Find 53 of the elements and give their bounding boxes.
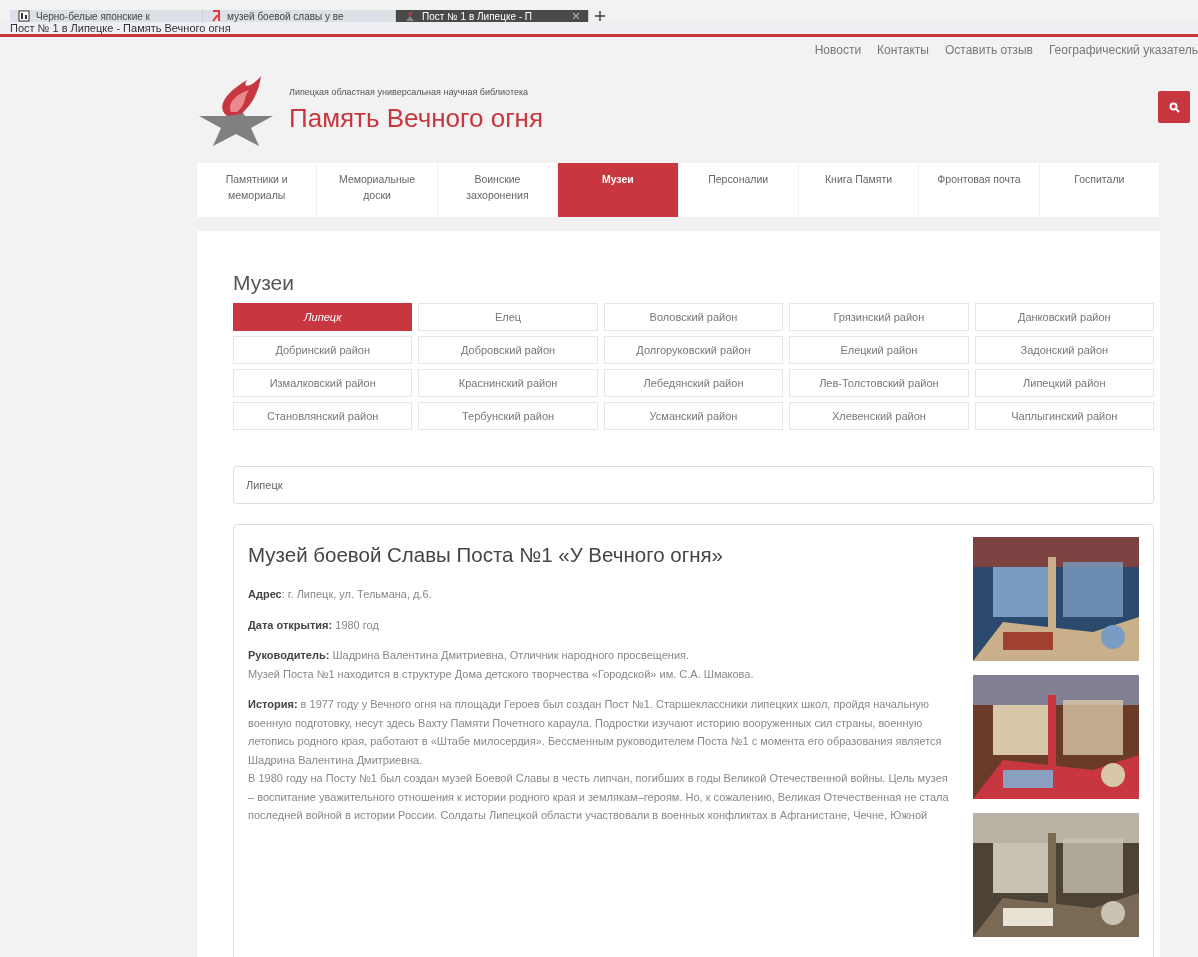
region-tab[interactable]: Измалковский район	[233, 369, 413, 397]
info-text: В 1980 году на Посту №1 был создан музей Боевой Славы в честь липчан, погибших в годы Великой Отечественной войны. Цель музея – воспитание уважительного отношения к истории родного края и землякам–героям. Но, к сожалению, Великая Отечественная не стала последней войной в истории России. Солдаты Липецкой области участвовали в военных конфликтах в Афганистане, Чечне, Южной	[248, 771, 950, 824]
region-tab[interactable]: Чаплыгинский район	[974, 402, 1154, 430]
top-link[interactable]: Географический указатель	[1048, 43, 1198, 57]
museum-title: Музей боевой Славы Поста №1 «У Вечного огня»	[248, 543, 724, 568]
page-icon	[18, 10, 30, 22]
region-tab[interactable]: Усманский район	[603, 402, 784, 430]
region-tab[interactable]: Липецк	[233, 303, 413, 331]
region-tab[interactable]: Лебедянский район	[603, 369, 784, 397]
region-tab[interactable]: Становлянский район	[233, 402, 413, 430]
info-text: Дата открытия: 1980 год	[248, 617, 380, 633]
region-tab[interactable]: Грязинский район	[789, 303, 969, 331]
nav-tab[interactable]: Книга Памяти	[798, 163, 920, 217]
close-icon[interactable]	[572, 12, 580, 20]
browser-tab[interactable]: музей боевой славы у ве	[203, 10, 396, 22]
top-link[interactable]: Контакты	[877, 43, 929, 57]
region-tab[interactable]: Тербунский район	[418, 402, 598, 430]
region-tab[interactable]: Задонский район	[974, 336, 1154, 364]
region-tab[interactable]: Хлевенский район	[789, 402, 969, 430]
region-tab[interactable]: Лев-Толстовский район	[789, 369, 969, 397]
region-tab[interactable]: Добровский район	[418, 336, 598, 364]
browser-tab[interactable]: Черно-белые японские к	[10, 10, 203, 22]
top-link[interactable]: Оставить отзыв	[944, 43, 1033, 57]
region-tab[interactable]: Краснинский район	[418, 369, 598, 397]
new-tab-icon[interactable]	[594, 10, 606, 22]
region-tab[interactable]: Добринский район	[233, 336, 413, 364]
region-tab[interactable]: Елецкий район	[789, 336, 969, 364]
search-engine-icon	[211, 10, 221, 22]
search-field[interactable]: Липецк	[233, 466, 1154, 505]
browser-tab[interactable]: Пост № 1 в Липецке - П	[396, 10, 589, 22]
search-icon	[1168, 101, 1180, 113]
region-tab[interactable]: Липецкий район	[974, 369, 1154, 397]
region-tab[interactable]: Воловский район	[603, 303, 784, 331]
nav-tab[interactable]: Музеи	[558, 163, 679, 217]
region-tab[interactable]: Елец	[418, 303, 598, 331]
section-heading: Музеи	[233, 271, 296, 295]
search-button[interactable]	[1158, 91, 1190, 123]
nav-tab[interactable]: Фронтовая почта	[919, 163, 1040, 217]
nav-tab[interactable]: Памятники и мемориалы	[197, 163, 318, 217]
info-text: История: в 1977 году у Вечного огня на площади Героев был создан Пост №1. Старшеклассники липецких школ, пройдя начальную военную подготовку, несут здесь Вахту Памяти Почетного караула. Подростки изучают историю вооруженных сил страны, военную летопись родного края, работают в «Штабе милосердия». Бессменным руководителем Поста №1 с момента его образования является Шадрина Валентина Дмитриевна.	[248, 697, 943, 768]
page-title: Пост № 1 в Липецке - Память Вечного огня	[0, 22, 1198, 37]
nav-tab[interactable]: Госпитали	[1039, 163, 1160, 217]
info-text: Руководитель: Шадрина Валентина Дмитриевна, Отличник народного просвещения.	[248, 648, 691, 664]
info-text: Музей Поста №1 находится в структуре Дома детского творчества «Городской» им. С.А. Шмакова.	[248, 666, 755, 682]
region-tab[interactable]: Долгоруковский район	[603, 336, 784, 364]
site-title: Память Вечного огня	[289, 102, 545, 134]
flame-icon	[404, 10, 416, 22]
library-name: Липецкая областная универсальная научная библиотека	[289, 86, 530, 97]
info-text: Адрес: г. Липецк, ул. Тельмана, д.6.	[248, 587, 433, 603]
top-link[interactable]: Новости	[814, 43, 862, 57]
nav-tab[interactable]: Персоналии	[678, 163, 799, 217]
nav-tab[interactable]: Мемориальные доски	[317, 163, 438, 217]
region-tab[interactable]: Данковский район	[974, 303, 1154, 331]
